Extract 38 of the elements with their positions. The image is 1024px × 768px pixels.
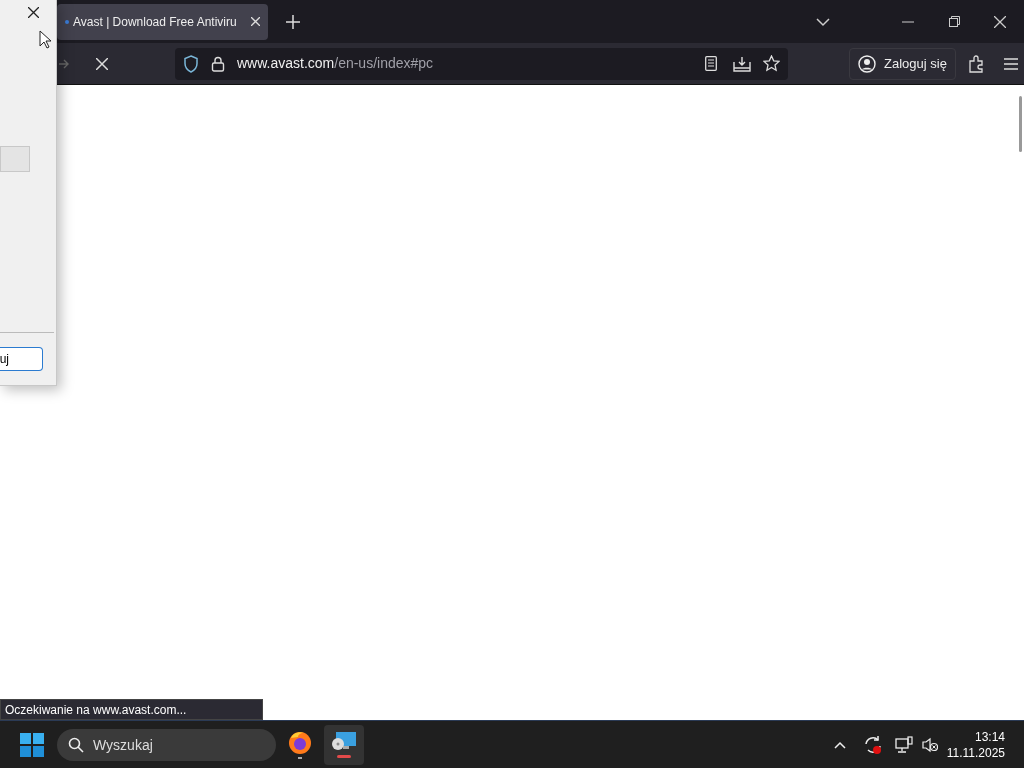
close-tab-icon[interactable] — [251, 17, 260, 26]
tab-title: Avast | Download Free Antiviru — [73, 13, 238, 31]
app-taskbar-button[interactable] — [324, 724, 364, 765]
text-field[interactable] — [0, 146, 30, 172]
monitor-disc-icon — [331, 731, 357, 753]
stop-icon[interactable] — [96, 57, 108, 70]
url-text: www.avast.com/en-us/index#pc — [237, 54, 434, 73]
restore-icon[interactable] — [949, 16, 960, 27]
address-bar[interactable]: www.avast.com/en-us/index#pc — [175, 47, 788, 80]
start-icon[interactable] — [20, 732, 44, 757]
sync-icon[interactable] — [862, 734, 883, 755]
shield-icon[interactable] — [183, 54, 199, 73]
search-icon — [68, 736, 84, 753]
dialog-button[interactable]: uj — [0, 347, 43, 371]
account-icon — [858, 54, 876, 73]
chevron-up-icon[interactable] — [833, 740, 846, 749]
forward-icon[interactable] — [59, 57, 69, 70]
clock-time[interactable]: 13:14 — [974, 728, 1005, 745]
minimize-icon[interactable] — [902, 20, 914, 23]
download-icon[interactable] — [733, 55, 751, 72]
firefox-icon[interactable] — [287, 729, 313, 760]
extensions-icon[interactable] — [968, 54, 985, 73]
sign-in-button[interactable]: Zaloguj się — [849, 47, 956, 80]
clock-date[interactable]: 11.11.2025 — [946, 744, 1005, 761]
reader-view-icon[interactable] — [705, 56, 717, 71]
close-icon[interactable] — [28, 7, 39, 18]
chevron-down-icon[interactable] — [816, 16, 830, 27]
scrollbar-thumb[interactable] — [1019, 96, 1022, 152]
speaker-muted-icon[interactable] — [921, 736, 938, 753]
lock-icon[interactable] — [211, 55, 225, 72]
new-tab-icon[interactable] — [284, 13, 302, 30]
network-icon[interactable] — [894, 735, 913, 754]
menu-icon[interactable] — [1003, 57, 1018, 70]
browser-tab[interactable]: Avast | Download Free Antiviru — [57, 3, 268, 40]
mouse-cursor-icon — [39, 30, 51, 49]
status-bar-text: Oczekiwanie na www.avast.com... — [0, 699, 263, 720]
star-icon[interactable] — [763, 55, 780, 72]
search-field[interactable]: Wyszukaj — [57, 728, 276, 761]
